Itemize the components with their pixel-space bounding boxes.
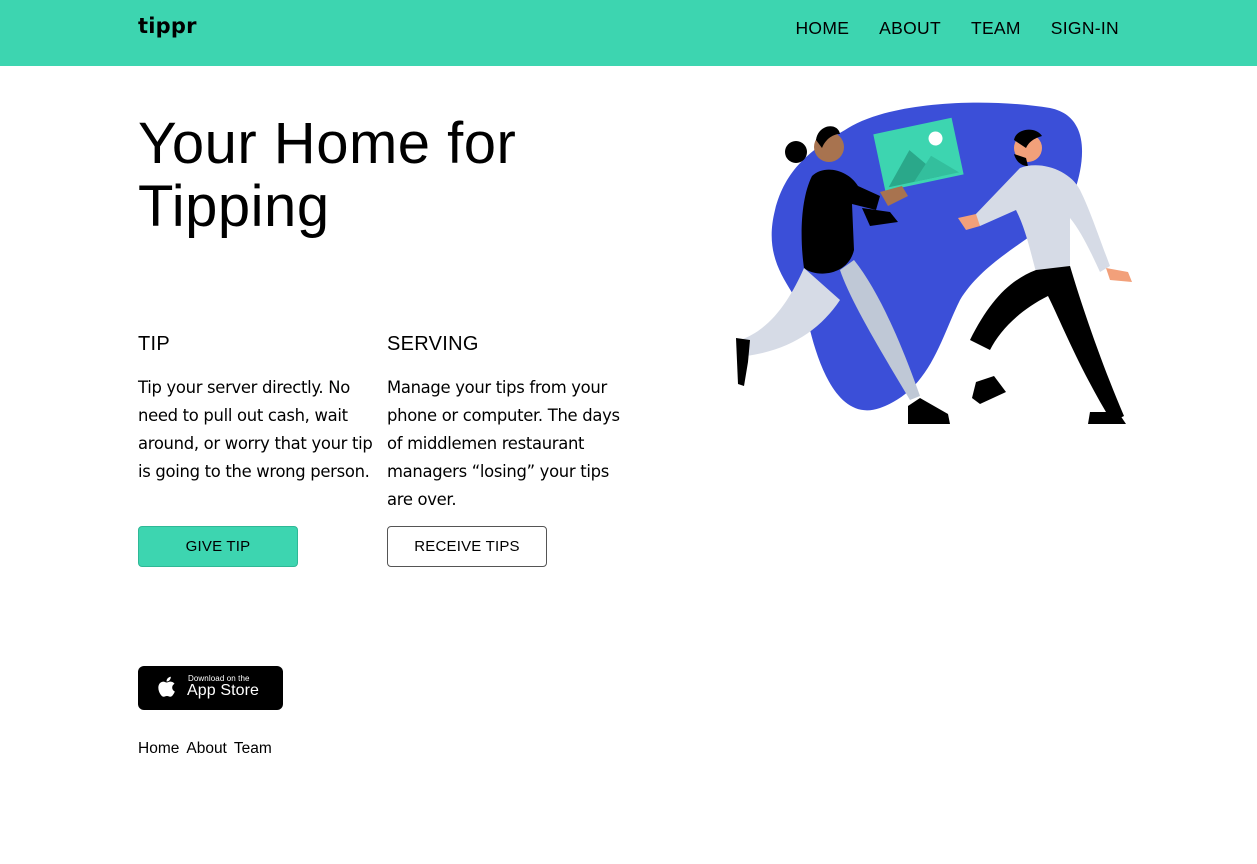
top-navbar: tippr HOME ABOUT TEAM SIGN-IN <box>0 0 1257 66</box>
nav-links: HOME ABOUT TEAM SIGN-IN <box>795 18 1119 38</box>
nav-link-home[interactable]: HOME <box>795 18 849 38</box>
apple-logo-icon <box>158 675 178 704</box>
serving-section: SERVING Manage your tips from your phone… <box>387 332 627 514</box>
footer-link-about[interactable]: About <box>186 740 227 758</box>
people-exchanging-picture-illustration <box>736 102 1132 424</box>
hero-title: Your Home for Tipping <box>138 111 517 239</box>
brand-logo[interactable]: tippr <box>138 14 197 38</box>
hero-illustration <box>730 100 1140 430</box>
serving-heading: SERVING <box>387 333 479 355</box>
serving-description: Manage your tips from your phone or comp… <box>387 378 620 509</box>
app-store-line2: App Store <box>187 682 260 699</box>
nav-link-about[interactable]: ABOUT <box>879 18 941 38</box>
footer-link-home[interactable]: Home <box>138 740 179 758</box>
footer-links: Home About Team <box>138 740 272 758</box>
tip-description: Tip your server directly. No need to pul… <box>138 378 373 481</box>
footer-link-team[interactable]: Team <box>234 740 272 758</box>
nav-link-sign-in[interactable]: SIGN-IN <box>1051 18 1119 38</box>
give-tip-button[interactable]: GIVE TIP <box>138 526 298 567</box>
nav-link-team[interactable]: TEAM <box>971 18 1021 38</box>
receive-tips-button[interactable]: RECEIVE TIPS <box>387 526 547 567</box>
app-store-badge[interactable]: Download on the App Store <box>138 666 283 710</box>
tip-section: TIP Tip your server directly. No need to… <box>138 332 378 486</box>
tip-heading: TIP <box>138 333 171 355</box>
